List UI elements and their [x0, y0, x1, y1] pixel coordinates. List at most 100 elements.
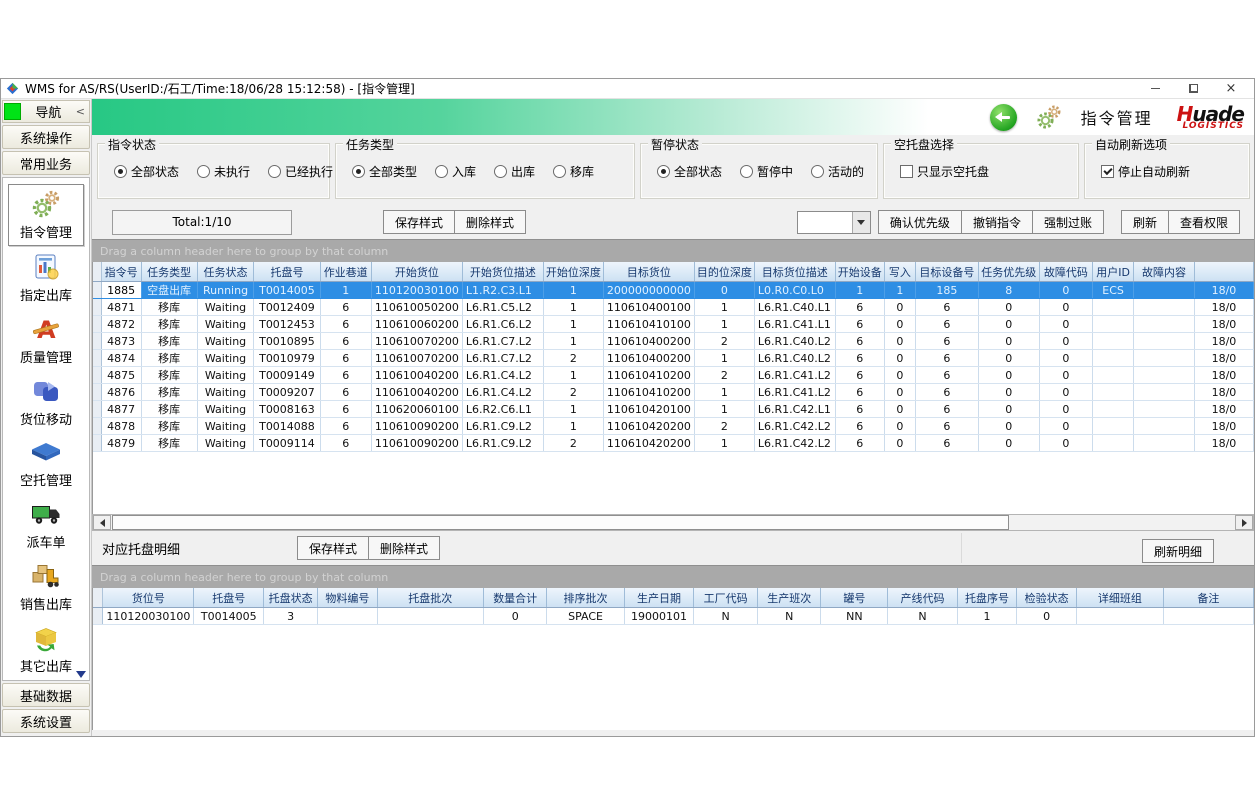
radio-option[interactable]: 活动的: [811, 163, 864, 180]
button-0[interactable]: 保存样式: [297, 536, 369, 560]
row-indicator[interactable]: [93, 299, 101, 316]
grid-cell[interactable]: 6: [320, 333, 371, 350]
sidebar-item-empty-pallet-management[interactable]: 空托管理: [9, 433, 83, 493]
grid-cell[interactable]: 2: [694, 418, 754, 435]
grid-cell[interactable]: [1134, 350, 1195, 367]
grid-cell[interactable]: 6: [835, 384, 884, 401]
button-0[interactable]: 保存样式: [383, 210, 455, 234]
grid-cell[interactable]: 移库: [141, 401, 197, 418]
grid-cell[interactable]: 200000000000: [603, 282, 694, 299]
column-header[interactable]: 生产班次: [757, 588, 821, 608]
grid-cell[interactable]: 110610070200: [371, 333, 462, 350]
grid-cell[interactable]: 1: [694, 350, 754, 367]
column-header[interactable]: 托盘状态: [264, 588, 318, 608]
column-header[interactable]: 任务类型: [141, 262, 197, 282]
grid-cell[interactable]: 移库: [141, 333, 197, 350]
grid-cell[interactable]: 6: [320, 350, 371, 367]
button-2[interactable]: 强制过账: [1032, 210, 1104, 234]
sidebar-item-location-move[interactable]: 货位移动: [9, 371, 83, 431]
row-indicator[interactable]: [93, 418, 101, 435]
grid-cell[interactable]: 1: [694, 401, 754, 418]
grid-cell[interactable]: [1092, 350, 1133, 367]
grid-cell[interactable]: 0: [978, 418, 1039, 435]
grid-cell[interactable]: N: [888, 608, 957, 625]
grid-cell[interactable]: 6: [320, 401, 371, 418]
button-1[interactable]: 删除样式: [454, 210, 526, 234]
grid-cell[interactable]: 0: [884, 316, 915, 333]
column-header[interactable]: 详细班组: [1076, 588, 1163, 608]
grid-cell[interactable]: [1134, 435, 1195, 452]
grid-cell[interactable]: 0: [978, 401, 1039, 418]
grid-cell[interactable]: 0: [884, 418, 915, 435]
radio-option[interactable]: 出库: [494, 163, 535, 180]
grid-cell[interactable]: 0: [978, 350, 1039, 367]
grid-cell[interactable]: 0: [483, 608, 547, 625]
column-header[interactable]: 工厂代码: [694, 588, 758, 608]
grid-cell[interactable]: L6.R1.C41.L1: [754, 316, 835, 333]
grid-cell[interactable]: 1: [543, 367, 603, 384]
grid-cell[interactable]: L6.R1.C4.L2: [462, 384, 543, 401]
grid-cell[interactable]: 0: [884, 401, 915, 418]
grid-cell[interactable]: 4872: [101, 316, 141, 333]
restore-icon[interactable]: [1174, 79, 1212, 98]
column-header[interactable]: 托盘序号: [957, 588, 1017, 608]
row-indicator[interactable]: [93, 608, 103, 625]
grid-cell[interactable]: L6.R1.C7.L2: [462, 350, 543, 367]
grid-cell[interactable]: [1134, 384, 1195, 401]
grid-cell[interactable]: 4879: [101, 435, 141, 452]
grid-cell[interactable]: 6: [835, 316, 884, 333]
column-header[interactable]: 检验状态: [1017, 588, 1077, 608]
grid-cell[interactable]: 6: [320, 367, 371, 384]
column-header[interactable]: 目的位深度: [694, 262, 754, 282]
column-header[interactable]: 开始货位描述: [462, 262, 543, 282]
grid-cell[interactable]: 空盘出库: [141, 282, 197, 299]
button-0[interactable]: 刷新: [1121, 210, 1169, 234]
grid-cell[interactable]: 6: [916, 350, 979, 367]
grid-cell[interactable]: L6.R1.C42.L2: [754, 435, 835, 452]
radio-option[interactable]: 已经执行: [268, 163, 333, 180]
grid-cell[interactable]: 0: [1017, 608, 1077, 625]
grid-cell[interactable]: 6: [835, 418, 884, 435]
grid-cell[interactable]: 2: [694, 333, 754, 350]
grid-cell[interactable]: T0014005: [194, 608, 264, 625]
column-header[interactable]: [1194, 262, 1253, 282]
grid-cell[interactable]: 0: [884, 299, 915, 316]
radio-option[interactable]: 移库: [553, 163, 594, 180]
grid-cell[interactable]: [1134, 282, 1195, 299]
checkbox-option[interactable]: 只显示空托盘: [900, 163, 989, 180]
sidebar-item-designated-outbound[interactable]: 指定出库: [9, 248, 83, 308]
column-header[interactable]: 任务状态: [197, 262, 254, 282]
grid-cell[interactable]: 8: [978, 282, 1039, 299]
grid-cell[interactable]: 18/0: [1194, 384, 1253, 401]
radio-option[interactable]: 全部状态: [657, 163, 722, 180]
sidebar-item-command-management[interactable]: 指令管理: [8, 184, 84, 246]
grid-cell[interactable]: 18/0: [1194, 333, 1253, 350]
grid-cell[interactable]: 1: [835, 282, 884, 299]
column-header[interactable]: 托盘批次: [377, 588, 483, 608]
grid-cell[interactable]: 110610400100: [603, 299, 694, 316]
checkbox-option[interactable]: 停止自动刷新: [1101, 163, 1190, 180]
grid-cell[interactable]: 6: [916, 418, 979, 435]
collapse-icon[interactable]: <: [76, 105, 85, 118]
grid-cell[interactable]: ECS: [1092, 282, 1133, 299]
grid-cell[interactable]: L6.R1.C5.L2: [462, 299, 543, 316]
grid-cell[interactable]: 0: [884, 367, 915, 384]
grid-cell[interactable]: 4877: [101, 401, 141, 418]
horizontal-scrollbar[interactable]: [92, 514, 1254, 531]
column-header[interactable]: 托盘号: [194, 588, 264, 608]
grid-cell[interactable]: 110610410200: [603, 367, 694, 384]
grid-cell[interactable]: 6: [320, 418, 371, 435]
grid-cell[interactable]: 110610090200: [371, 435, 462, 452]
sidebar-group-base-data[interactable]: 基础数据: [2, 683, 90, 707]
grid-cell[interactable]: 6: [835, 333, 884, 350]
grid-cell[interactable]: Waiting: [197, 418, 254, 435]
grid-cell[interactable]: 110610420100: [603, 401, 694, 418]
button-1[interactable]: 删除样式: [368, 536, 440, 560]
column-header[interactable]: 用户ID: [1092, 262, 1133, 282]
grid-cell[interactable]: 移库: [141, 350, 197, 367]
grid-cell[interactable]: 1: [694, 316, 754, 333]
scroll-left-icon[interactable]: [93, 515, 111, 530]
grid-cell[interactable]: [1092, 418, 1133, 435]
grid-cell[interactable]: L6.R2.C6.L1: [462, 401, 543, 418]
grid-cell[interactable]: Waiting: [197, 367, 254, 384]
